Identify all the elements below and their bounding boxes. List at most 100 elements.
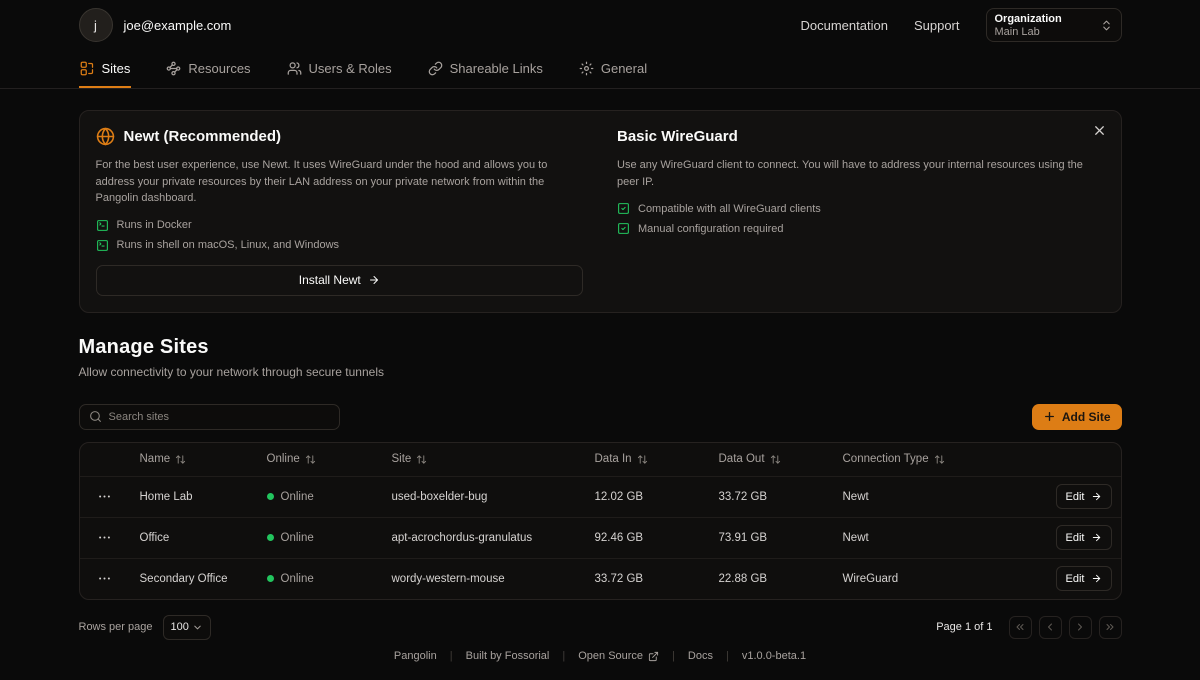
tab-label: Shareable Links (450, 61, 543, 76)
edit-cell: Edit (1005, 484, 1121, 509)
open-source-link[interactable]: Open Source (578, 650, 659, 662)
ellipsis-icon (97, 489, 112, 504)
tab-general[interactable]: General (578, 50, 648, 88)
footer-separator: | (726, 650, 729, 662)
wireguard-features: Compatible with all WireGuard clients Ma… (617, 202, 1105, 235)
column-header-online[interactable]: Online (257, 453, 382, 465)
documentation-link[interactable]: Documentation (801, 18, 888, 33)
link-icon (428, 61, 443, 76)
sites-table: Name Online Site Data In Data Out Connec… (79, 442, 1122, 600)
support-link[interactable]: Support (914, 18, 960, 33)
organization-value: Main Lab (995, 26, 1062, 38)
edit-cell: Edit (1005, 525, 1121, 550)
edit-cell: Edit (1005, 566, 1121, 591)
row-menu-cell (80, 485, 130, 508)
search-icon (89, 410, 102, 423)
column-header-data-in[interactable]: Data In (585, 453, 709, 465)
next-page-button[interactable] (1069, 616, 1092, 639)
users-icon (287, 61, 302, 76)
top-bar-right: Documentation Support Organization Main … (801, 8, 1122, 42)
close-icon[interactable] (1092, 123, 1107, 138)
check-square-icon (617, 202, 630, 215)
add-site-button[interactable]: Add Site (1032, 404, 1122, 430)
search-input[interactable] (109, 411, 330, 423)
site-name: Office (130, 532, 257, 544)
data-out-value: 22.88 GB (709, 573, 833, 585)
rows-per-page-value: 100 (171, 621, 189, 633)
row-menu-cell (80, 526, 130, 549)
arrow-right-icon (1091, 491, 1102, 502)
edit-button[interactable]: Edit (1056, 525, 1112, 550)
edit-button[interactable]: Edit (1056, 566, 1112, 591)
wireguard-title: Basic WireGuard (617, 128, 738, 145)
external-link-icon (648, 651, 659, 662)
wireguard-description: Use any WireGuard client to connect. You… (617, 157, 1097, 190)
sort-icon (770, 454, 781, 465)
tab-users-roles[interactable]: Users & Roles (286, 50, 393, 88)
tab-shareable-links[interactable]: Shareable Links (427, 50, 544, 88)
check-square-icon (617, 222, 630, 235)
install-newt-button[interactable]: Install Newt (96, 265, 584, 296)
site-name: Secondary Office (130, 573, 257, 585)
terminal-icon (96, 239, 109, 252)
data-in-value: 33.72 GB (585, 573, 709, 585)
online-label: Online (281, 491, 314, 503)
last-page-button[interactable] (1099, 616, 1122, 639)
online-dot (267, 575, 274, 582)
previous-page-button[interactable] (1039, 616, 1062, 639)
site-id: apt-acrochordus-granulatus (382, 532, 585, 544)
column-header-site[interactable]: Site (382, 453, 585, 465)
chevrons-up-down-icon (1100, 19, 1113, 32)
avatar[interactable]: j (79, 8, 113, 42)
tab-label: General (601, 61, 647, 76)
row-actions-button[interactable] (93, 526, 116, 549)
ellipsis-icon (97, 530, 112, 545)
site-id: wordy-western-mouse (382, 573, 585, 585)
organization-selector[interactable]: Organization Main Lab (986, 8, 1122, 42)
data-in-value: 12.02 GB (585, 491, 709, 503)
docs-link[interactable]: Docs (688, 650, 713, 662)
column-label: Connection Type (843, 453, 929, 465)
row-actions-button[interactable] (93, 567, 116, 590)
edit-button[interactable]: Edit (1056, 484, 1112, 509)
feature-label: Compatible with all WireGuard clients (638, 203, 821, 215)
column-header-connection-type[interactable]: Connection Type (833, 453, 1005, 465)
footer-version: v1.0.0-beta.1 (742, 650, 806, 662)
tab-label: Users & Roles (309, 61, 392, 76)
row-menu-cell (80, 567, 130, 590)
ellipsis-icon (97, 571, 112, 586)
page-container: j joe@example.com Documentation Support … (79, 0, 1122, 50)
first-page-button[interactable] (1009, 616, 1032, 639)
row-actions-button[interactable] (93, 485, 116, 508)
newt-column: Newt (Recommended) For the best user exp… (96, 125, 584, 296)
connection-type-value: Newt (833, 532, 1005, 544)
rows-per-page: Rows per page 100 (79, 615, 211, 640)
built-by-link[interactable]: Built by Fossorial (466, 650, 550, 662)
edit-label: Edit (1066, 573, 1085, 585)
page-footer: Pangolin | Built by Fossorial | Open Sou… (0, 650, 1200, 662)
top-bar: j joe@example.com Documentation Support … (79, 0, 1122, 50)
tab-label: Resources (188, 61, 250, 76)
table-row: Secondary Office Online wordy-western-mo… (80, 558, 1121, 599)
feature-item: Manual configuration required (617, 222, 1105, 235)
open-source-label: Open Source (578, 650, 643, 662)
online-status: Online (257, 532, 382, 544)
rows-per-page-select[interactable]: 100 (163, 615, 211, 640)
sort-icon (416, 454, 427, 465)
edit-label: Edit (1066, 532, 1085, 544)
column-label: Data Out (719, 453, 765, 465)
pagination-bar: Rows per page 100 Page 1 of 1 (79, 615, 1122, 640)
column-header-name[interactable]: Name (130, 453, 257, 465)
column-label: Site (392, 453, 412, 465)
arrow-right-icon (1091, 573, 1102, 584)
sort-icon (305, 454, 316, 465)
site-id: used-boxelder-bug (382, 491, 585, 503)
footer-separator: | (672, 650, 675, 662)
terminal-icon (96, 219, 109, 232)
column-header-data-out[interactable]: Data Out (709, 453, 833, 465)
user-email: joe@example.com (124, 18, 232, 33)
tab-label: Sites (102, 61, 131, 76)
sites-icon (80, 61, 95, 76)
tab-sites[interactable]: Sites (79, 50, 132, 88)
tab-resources[interactable]: Resources (165, 50, 251, 88)
